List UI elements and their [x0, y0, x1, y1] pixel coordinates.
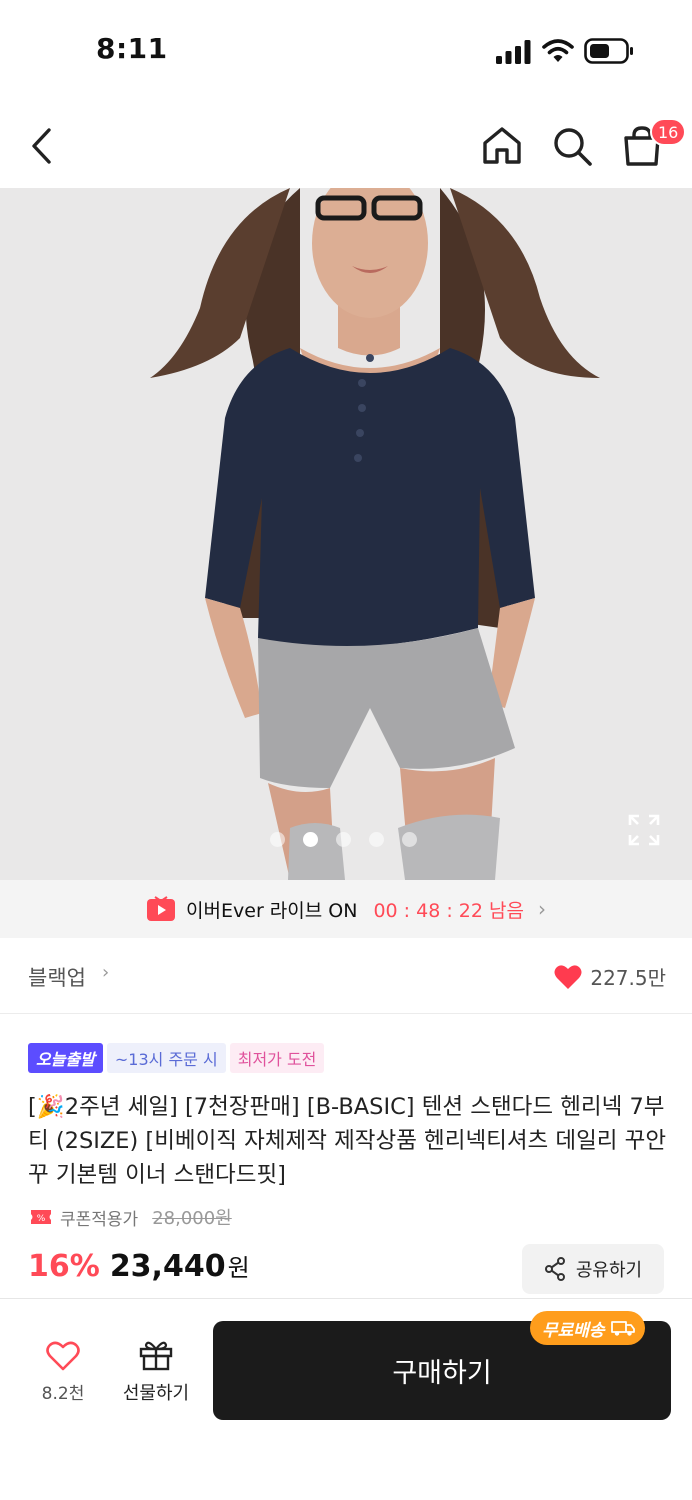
carousel-dot-active[interactable]: [303, 832, 318, 847]
home-button[interactable]: [478, 122, 526, 170]
cart-count-badge: 16: [650, 118, 687, 146]
order-cutoff-tag: ~13시 주문 시: [106, 1043, 226, 1073]
buy-label: 구매하기: [392, 1358, 492, 1389]
carousel-dot[interactable]: [270, 832, 285, 847]
cellular-signal-icon: [496, 40, 531, 64]
lowest-price-tag: 최저가 도전: [229, 1043, 325, 1073]
carousel-dot[interactable]: [402, 832, 417, 847]
product-title: [🎉2주년 세일] [7천장판매] [B-BASIC] 텐션 스탠다드 헨리넥 …: [28, 1094, 667, 1188]
coupon-price-row: % 쿠폰적용가 28,000원: [30, 1204, 232, 1230]
chevron-right-icon: ›: [537, 897, 546, 921]
live-broadcast-banner[interactable]: 이버Ever 라이브 ON 00 : 48 : 22 남음 ›: [0, 880, 692, 938]
chevron-left-icon: [32, 128, 51, 164]
heart-outline-icon: [46, 1341, 80, 1371]
brand-like-count: 227.5만: [590, 966, 666, 990]
free-shipping-badge: 무료배송: [530, 1311, 645, 1345]
brand-name-link[interactable]: 블랙업: [28, 962, 86, 992]
gift-icon: [139, 1341, 173, 1371]
fullscreen-expand-icon[interactable]: [626, 812, 662, 848]
brand-row: 블랙업 › 227.5만: [0, 938, 692, 1014]
live-play-icon: [147, 896, 176, 921]
bottom-action-bar: 8.2천 선물하기 구매하기 무료배송: [0, 1298, 692, 1500]
heart-filled-icon: [554, 964, 582, 989]
share-button[interactable]: 공유하기: [522, 1244, 664, 1294]
carousel-dot[interactable]: [336, 832, 351, 847]
wifi-icon: [542, 39, 574, 62]
product-photo: [0, 188, 692, 880]
coupon-label: 쿠폰적용가: [60, 1209, 139, 1230]
gift-button[interactable]: 선물하기: [116, 1339, 196, 1405]
status-bar: 8:11: [0, 0, 692, 100]
product-image-carousel[interactable]: [0, 188, 692, 880]
gift-label: 선물하기: [122, 1383, 190, 1404]
status-time: 8:11: [96, 32, 168, 65]
product-tags: 오늘출발 ~13시 주문 시 최저가 도전: [28, 1043, 325, 1073]
price-currency: 원: [227, 1254, 250, 1282]
wishlist-count: 8.2천: [41, 1384, 85, 1404]
discount-rate: 16%: [28, 1249, 100, 1284]
price-row: 16% 23,440 원: [28, 1248, 250, 1284]
carousel-dot[interactable]: [369, 832, 384, 847]
coupon-icon: %: [31, 1210, 51, 1224]
battery-icon: [584, 38, 633, 64]
free-shipping-label: 무료배송: [542, 1320, 605, 1341]
wishlist-button[interactable]: 8.2천: [30, 1341, 96, 1404]
svg-text:%: %: [37, 1214, 46, 1224]
live-countdown: 00 : 48 : 22 남음: [373, 899, 524, 922]
brand-like-button[interactable]: 227.5만: [554, 962, 666, 991]
top-nav-bar: [0, 100, 692, 188]
search-button[interactable]: [548, 122, 596, 170]
share-icon: [544, 1257, 565, 1281]
chevron-right-icon: ›: [102, 962, 110, 983]
original-price: 28,000원: [152, 1208, 232, 1229]
sale-price: 23,440: [109, 1249, 226, 1284]
search-icon: [554, 128, 592, 166]
today-shipping-tag: 오늘출발: [28, 1043, 103, 1073]
live-title: 이버Ever 라이브 ON: [186, 899, 358, 922]
back-button[interactable]: [18, 122, 66, 170]
carousel-page-indicator: [270, 832, 417, 847]
share-label: 공유하기: [575, 1260, 643, 1281]
delivery-truck-icon: [610, 1321, 635, 1336]
home-icon: [483, 127, 521, 164]
